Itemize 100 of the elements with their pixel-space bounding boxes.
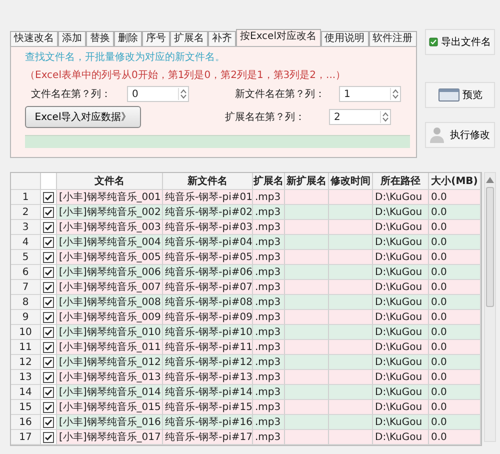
table-cell: .mp3 bbox=[255, 386, 281, 398]
table-cell-text: [小丰]钢琴纯音乐_011 bbox=[59, 340, 161, 354]
action-button[interactable]: 执行修改 bbox=[425, 122, 495, 148]
spin-arrows-icon[interactable] bbox=[180, 88, 187, 100]
table-cell: D:\KuGou bbox=[375, 192, 422, 202]
scroll-up-icon[interactable] bbox=[486, 177, 494, 183]
checkbox[interactable] bbox=[43, 416, 54, 428]
row-number: 17 bbox=[11, 430, 41, 445]
import-button[interactable]: Excel导入对应数据》 bbox=[25, 106, 141, 128]
checkbox[interactable] bbox=[43, 386, 54, 398]
checkbox[interactable] bbox=[43, 312, 54, 322]
table-cell-text: 纯音乐-钢琴-pi#15 bbox=[165, 400, 252, 414]
table-cell-text: 纯音乐-钢琴-pi#10 bbox=[165, 326, 252, 339]
checkbox[interactable] bbox=[43, 282, 54, 292]
spin-arrows-icon[interactable] bbox=[392, 88, 399, 100]
checkbox[interactable] bbox=[43, 372, 54, 382]
action-button[interactable]: 导出文件名 bbox=[425, 29, 495, 55]
row-number: 10 bbox=[11, 325, 41, 340]
row-number: 5 bbox=[11, 250, 41, 265]
table-cell: 0.0 bbox=[431, 206, 447, 218]
table-cell: 0.0 bbox=[431, 432, 447, 442]
table-cell-text: 纯音乐-钢琴-pi#09 bbox=[165, 310, 252, 324]
hint-text: 查找文件名，开批量修改为对应的新文件名。 bbox=[25, 50, 226, 64]
checkbox[interactable] bbox=[43, 222, 54, 232]
tab[interactable]: 快速改名 bbox=[10, 31, 58, 46]
table-cell: .mp3 bbox=[255, 192, 281, 202]
tab[interactable]: 删除 bbox=[114, 31, 142, 46]
table-cell-text: 纯音乐-钢琴-pi#13 bbox=[165, 370, 252, 384]
table-cell-text: [小丰]钢琴纯音乐_004 bbox=[59, 236, 161, 249]
table-cell: D:\KuGou bbox=[375, 386, 422, 398]
table-cell: D:\KuGou bbox=[375, 402, 422, 412]
row-number: 16 bbox=[11, 415, 41, 430]
checkbox[interactable] bbox=[43, 432, 54, 442]
checkbox[interactable] bbox=[43, 402, 54, 412]
table-cell: 0.0 bbox=[431, 296, 447, 308]
table-cell: .mp3 bbox=[255, 372, 281, 382]
table-cell-text: [小丰]钢琴纯音乐_015 bbox=[59, 400, 161, 414]
tab[interactable]: 软件注册 bbox=[368, 31, 416, 46]
table-cell-text: 纯音乐-钢琴-pi#14 bbox=[165, 386, 252, 399]
table-cell: .mp3 bbox=[255, 266, 281, 278]
scrollbar[interactable] bbox=[484, 172, 496, 442]
table-cell: .mp3 bbox=[255, 432, 281, 442]
checkbox[interactable] bbox=[43, 356, 54, 368]
scrollbar-thumb[interactable] bbox=[486, 187, 494, 307]
table-cell: .mp3 bbox=[255, 282, 281, 292]
table-cell-text: [小丰]钢琴纯音乐_017 bbox=[59, 430, 161, 444]
table-cell-text: 纯音乐-钢琴-pi#02 bbox=[165, 206, 252, 219]
checkbox[interactable] bbox=[43, 192, 54, 202]
table-cell: 0.0 bbox=[431, 342, 447, 352]
table-cell: 0.0 bbox=[431, 312, 447, 322]
table-cell-text: 纯音乐-钢琴-pi#05 bbox=[165, 250, 252, 264]
action-button[interactable]: 预览 bbox=[425, 82, 495, 108]
table-cell-text: 纯音乐-钢琴-pi#03 bbox=[165, 220, 252, 234]
table-cell: .mp3 bbox=[255, 236, 281, 248]
spin-field[interactable]: 2 bbox=[329, 109, 391, 125]
tab[interactable]: 添加 bbox=[58, 31, 86, 46]
field-label: 新文件名在第？列： bbox=[235, 88, 326, 101]
table-cell: D:\KuGou bbox=[375, 416, 422, 428]
table-cell: D:\KuGou bbox=[375, 356, 422, 368]
table-cell-text: 纯音乐-钢琴-pi#07 bbox=[165, 280, 252, 294]
spin-field[interactable]: 1 bbox=[339, 86, 401, 102]
tab[interactable]: 序号 bbox=[142, 31, 170, 46]
table-cell-text: [小丰]钢琴纯音乐_010 bbox=[59, 326, 161, 339]
table-cell-text: 纯音乐-钢琴-pi#04 bbox=[165, 236, 252, 249]
person-icon bbox=[429, 126, 447, 144]
checkbox[interactable] bbox=[43, 296, 54, 308]
tab[interactable]: 替换 bbox=[86, 31, 114, 46]
tab[interactable]: 使用说明 bbox=[320, 31, 368, 46]
table-cell: 0.0 bbox=[431, 326, 447, 338]
row-number: 2 bbox=[11, 205, 41, 220]
checkbox[interactable] bbox=[43, 266, 54, 278]
spin-arrows-icon[interactable] bbox=[382, 111, 389, 123]
checkbox[interactable] bbox=[43, 206, 54, 218]
tab[interactable]: 补齐 bbox=[208, 31, 236, 46]
table-cell: .mp3 bbox=[255, 296, 281, 308]
table-cell: 0.0 bbox=[431, 402, 447, 412]
table-cell-text: [小丰]钢琴纯音乐_013 bbox=[59, 370, 161, 384]
table-cell-text: [小丰]钢琴纯音乐_007 bbox=[59, 280, 161, 294]
table-cell: D:\KuGou bbox=[375, 236, 422, 248]
checkbox[interactable] bbox=[43, 326, 54, 338]
tab[interactable]: 扩展名 bbox=[170, 31, 208, 46]
table-cell-text: [小丰]钢琴纯音乐_014 bbox=[59, 386, 161, 399]
table-cell: D:\KuGou bbox=[375, 342, 422, 352]
checkbox[interactable] bbox=[43, 236, 54, 248]
checkbox[interactable] bbox=[43, 252, 54, 262]
row-number: 8 bbox=[11, 295, 41, 310]
table-cell: .mp3 bbox=[255, 312, 281, 322]
row-number: 3 bbox=[11, 220, 41, 235]
tab[interactable]: 按Excel对应改名 bbox=[236, 29, 320, 46]
table-cell: .mp3 bbox=[255, 416, 281, 428]
table-cell: D:\KuGou bbox=[375, 252, 422, 262]
row-number: 4 bbox=[11, 235, 41, 250]
table-cell-text: 纯音乐-钢琴-pi#12 bbox=[165, 356, 252, 369]
table-cell-text: 纯音乐-钢琴-pi#16 bbox=[165, 416, 252, 429]
checkbox[interactable] bbox=[43, 342, 54, 352]
spin-field[interactable]: 0 bbox=[127, 86, 189, 102]
table-cell: 0.0 bbox=[431, 192, 447, 202]
table-cell: .mp3 bbox=[255, 252, 281, 262]
table-cell: 0.0 bbox=[431, 282, 447, 292]
row-number: 7 bbox=[11, 280, 41, 295]
